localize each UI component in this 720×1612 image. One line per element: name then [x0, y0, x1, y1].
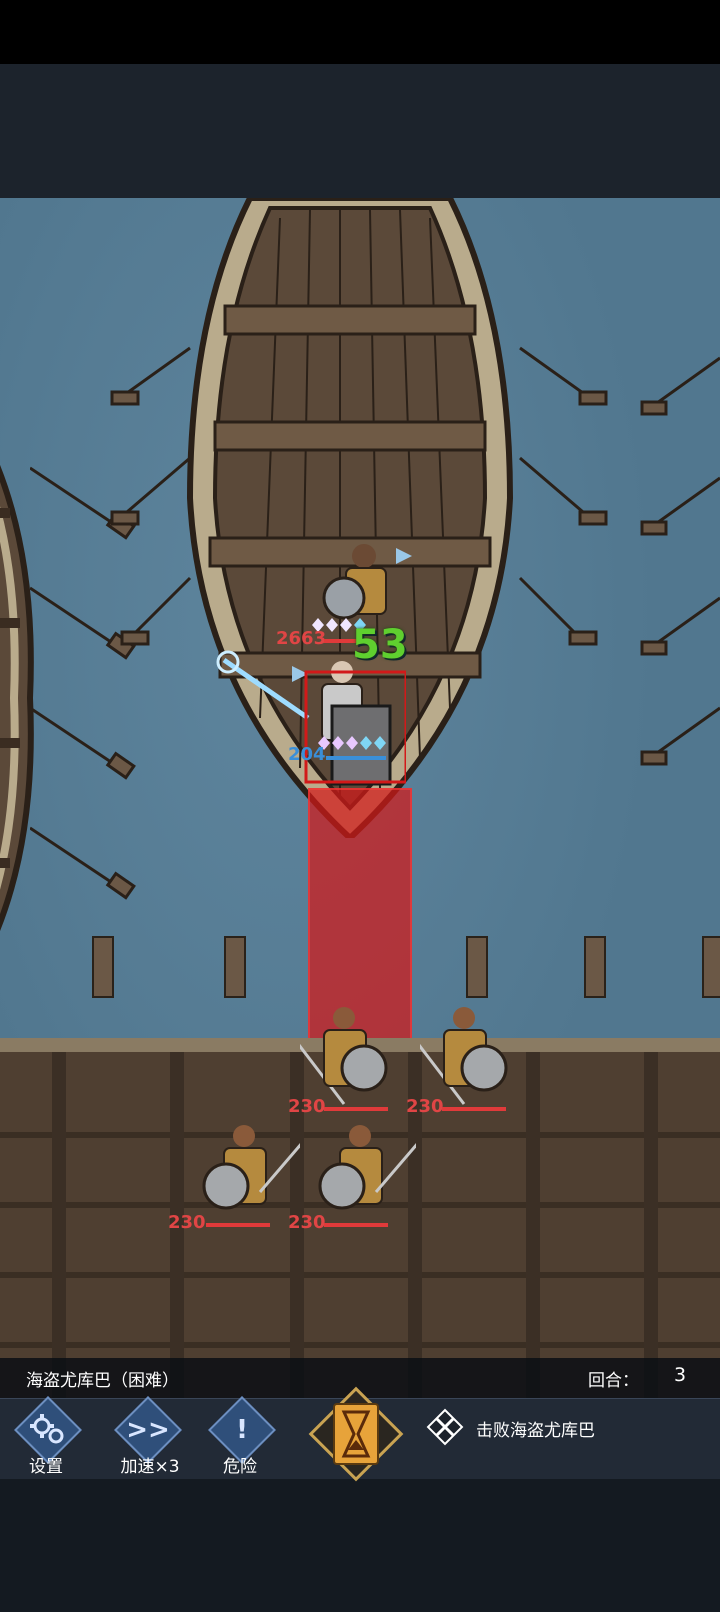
- player-hp-bar: [326, 756, 386, 760]
- oarlock: [466, 936, 488, 998]
- settings-button[interactable]: 设置: [0, 1396, 100, 1477]
- ally-hp-bar: [324, 1107, 388, 1111]
- deck-plank: [0, 1272, 720, 1278]
- oarlock: [584, 936, 606, 998]
- stage-title: 海盗尤库巴（困难）: [26, 1371, 179, 1391]
- ally-hp-bar: [324, 1223, 388, 1227]
- enemy-boss-hp: 2663: [276, 628, 327, 649]
- deck-post: [526, 1052, 540, 1398]
- ally-hp-bar: [206, 1223, 270, 1227]
- player-buff-icons: [318, 736, 386, 750]
- ally-hp: 230: [406, 1096, 444, 1117]
- settings-label: 设置: [29, 1457, 63, 1477]
- deck-post: [644, 1052, 658, 1398]
- objective-text: 击败海盗尤库巴: [476, 1421, 595, 1441]
- oarlock: [702, 936, 720, 998]
- ally-hp: 230: [288, 1096, 326, 1117]
- fast-forward-icon: >>: [126, 1415, 170, 1445]
- exclamation-icon: !: [236, 1415, 248, 1445]
- round-counter: 3: [674, 1364, 687, 1386]
- player-hp: 204: [288, 744, 326, 765]
- speed-label: 加速×3: [120, 1457, 180, 1477]
- battle-scene: 2663 53 204 230 230 230 230: [0, 198, 720, 1398]
- gear-icon: [30, 1414, 64, 1444]
- status-bar-area: [0, 0, 720, 64]
- oarlock: [224, 936, 246, 998]
- deck-plank: [0, 1342, 720, 1348]
- danger-button[interactable]: ! 危险: [194, 1396, 294, 1477]
- player-hero-unit[interactable]: [216, 648, 406, 788]
- ally-hp: 230: [168, 1212, 206, 1233]
- ally-hp-bar: [442, 1107, 506, 1111]
- top-panel: [0, 64, 720, 198]
- right-oars: [640, 356, 720, 766]
- speed-button[interactable]: >> 加速×3: [100, 1396, 200, 1477]
- danger-label: 危险: [223, 1457, 257, 1477]
- oarlock: [92, 936, 114, 998]
- hourglass-icon: [308, 1386, 404, 1482]
- crossed-swords-icon: [426, 1408, 464, 1446]
- end-turn-button[interactable]: [306, 1384, 406, 1484]
- ally-hp: 230: [288, 1212, 326, 1233]
- deck-post: [52, 1052, 66, 1398]
- round-label: 回合：: [588, 1371, 639, 1391]
